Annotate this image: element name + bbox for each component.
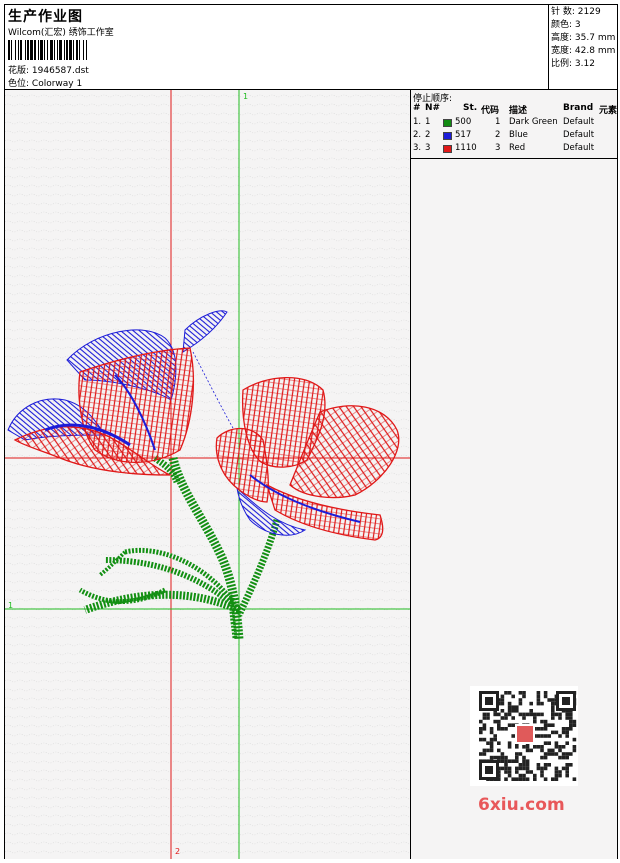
header: 生产作业图 Wilcom(汇宏) 绣饰工作室 花版: 1946587.dst 色… bbox=[5, 5, 617, 90]
cell-code: 3 bbox=[495, 143, 501, 153]
colorway-value: Colorway 1 bbox=[31, 79, 83, 89]
file-line: 花版: 1946587.dst bbox=[8, 63, 89, 76]
cell-stitches: 500 bbox=[455, 117, 472, 127]
stop-sequence-header: # N# St. 代码 描述 Brand 元素 bbox=[413, 103, 618, 116]
cell-needle: 1 bbox=[425, 117, 431, 127]
col-needle: N# bbox=[425, 103, 441, 113]
cell-index: 2. bbox=[413, 130, 422, 140]
qr-code-graphic bbox=[479, 691, 577, 781]
cell-brand: Default bbox=[563, 143, 595, 153]
worksheet-frame: 生产作业图 Wilcom(汇宏) 绣饰工作室 花版: 1946587.dst 色… bbox=[4, 4, 618, 859]
cell-needle: 2 bbox=[425, 130, 431, 140]
col-element: 元素 bbox=[599, 106, 618, 116]
cell-code: 1 bbox=[495, 117, 501, 127]
design-stats: 针 数: 2129 颜色: 3 高度: 35.7 mm 宽度: 42.8 mm … bbox=[551, 6, 615, 71]
company-name: Wilcom(汇宏) 绣饰工作室 bbox=[8, 28, 114, 38]
table-row: 2. 2 517 2 Blue Default bbox=[413, 130, 615, 142]
table-row: 3. 3 1110 3 Red Default bbox=[413, 143, 615, 155]
cell-stitches: 1110 bbox=[455, 143, 477, 153]
cell-index: 3. bbox=[413, 143, 422, 153]
cell-description: Dark Green bbox=[509, 117, 558, 127]
cell-description: Blue bbox=[509, 130, 528, 140]
green-vertical-label: 1 bbox=[243, 92, 249, 101]
col-brand: Brand bbox=[563, 103, 594, 113]
cell-needle: 3 bbox=[425, 143, 431, 153]
cell-stitches: 517 bbox=[455, 130, 472, 140]
col-stitches: St. bbox=[463, 103, 478, 113]
color-swatch bbox=[443, 145, 452, 153]
color-swatch bbox=[443, 132, 452, 140]
cell-brand: Default bbox=[563, 117, 595, 127]
col-index: # bbox=[413, 103, 421, 113]
cell-brand: Default bbox=[563, 130, 595, 140]
file-label: 花版: bbox=[8, 66, 30, 76]
green-horizontal-label: 1 bbox=[8, 601, 14, 610]
stat-colors: 颜色: 3 bbox=[551, 20, 581, 30]
header-divider bbox=[548, 5, 549, 89]
cell-description: Red bbox=[509, 143, 526, 153]
col-description: 描述 bbox=[509, 106, 528, 116]
barcode bbox=[8, 40, 146, 60]
design-canvas[interactable]: 1 1 2 bbox=[5, 90, 410, 859]
cell-index: 1. bbox=[413, 117, 422, 127]
stat-scale: 比例: 3.12 bbox=[551, 59, 595, 69]
cell-code: 2 bbox=[495, 130, 501, 140]
colorway-line: 色位: Colorway 1 bbox=[8, 76, 82, 89]
page-title: 生产作业图 bbox=[8, 9, 83, 25]
red-vertical-label: 2 bbox=[175, 847, 181, 856]
stat-stitches: 针 数: 2129 bbox=[551, 7, 601, 17]
col-code: 代码 bbox=[481, 106, 500, 116]
qr-code bbox=[470, 686, 578, 786]
color-swatch bbox=[443, 119, 452, 127]
stat-height: 高度: 35.7 mm bbox=[551, 33, 616, 43]
colorway-label: 色位: bbox=[8, 79, 30, 89]
stat-width: 宽度: 42.8 mm bbox=[551, 46, 616, 56]
panel-rule bbox=[411, 158, 617, 159]
watermark-text: 6xiu.com bbox=[478, 795, 565, 815]
embroidery-preview bbox=[5, 90, 410, 859]
file-value: 1946587.dst bbox=[31, 66, 89, 76]
table-row: 1. 1 500 1 Dark Green Default bbox=[413, 117, 615, 129]
